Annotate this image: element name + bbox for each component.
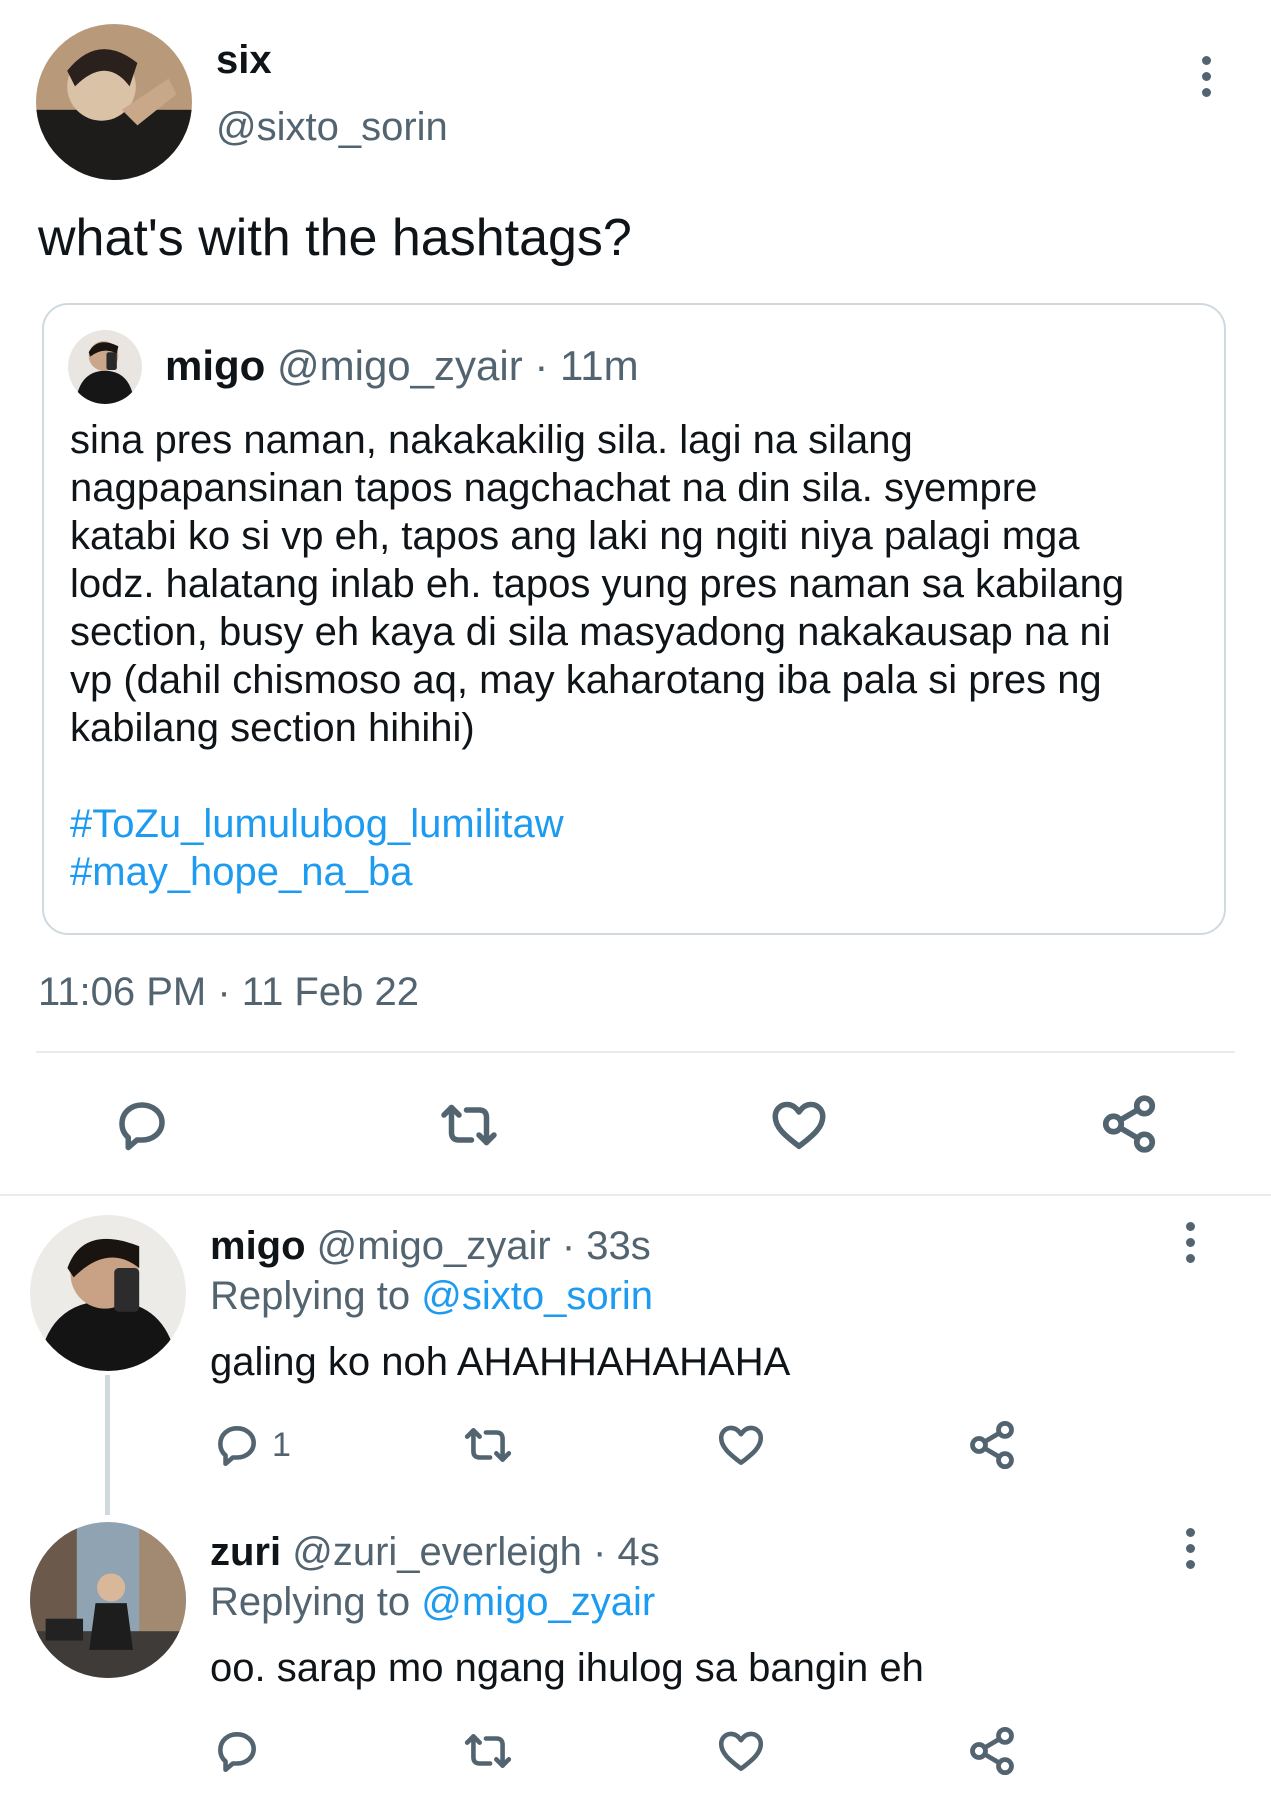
quoted-author-handle[interactable]: @migo_zyair (277, 342, 523, 389)
reply-author-handle[interactable]: @zuri_everleigh (292, 1530, 582, 1574)
hashtag-list: #ToZu_lumulubog_lumilitaw #may_hope_na_b… (70, 800, 564, 896)
reply-time: · 33s (561, 1224, 651, 1268)
hashtag-link[interactable]: #may_hope_na_ba (70, 848, 564, 896)
like-icon[interactable] (768, 1095, 830, 1155)
more-options-icon[interactable] (1170, 1518, 1210, 1578)
divider (36, 1051, 1235, 1053)
reply-header: zuri @zuri_everleigh · 4s (210, 1530, 660, 1575)
like-icon[interactable] (716, 1420, 766, 1470)
reply-text: oo. sarap mo ngang ihulog sa bangin eh (210, 1646, 924, 1690)
main-avatar[interactable] (36, 24, 192, 180)
replying-to-link[interactable]: @migo_zyair (421, 1580, 655, 1624)
replying-to: Replying to @sixto_sorin (210, 1274, 653, 1319)
hashtag-link[interactable]: #ToZu_lumulubog_lumilitaw (70, 800, 564, 848)
reply-avatar[interactable] (30, 1215, 186, 1371)
reply-count: 1 (272, 1426, 291, 1464)
reply-author-handle[interactable]: @migo_zyair (317, 1224, 551, 1268)
reply-time: · 4s (593, 1530, 660, 1574)
like-icon[interactable] (716, 1726, 766, 1776)
quoted-avatar[interactable] (68, 330, 142, 404)
thread-connector (105, 1375, 110, 1515)
replying-label: Replying to (210, 1274, 411, 1318)
reply-avatar-image (30, 1522, 186, 1678)
quoted-author-name[interactable]: migo (165, 342, 265, 389)
reply-author-name[interactable]: migo (210, 1224, 306, 1268)
quoted-text-line: nagpapansinan tapos nagchachat na din si… (70, 466, 1038, 510)
quoted-text-line: katabi ko si vp eh, tapos ang laki ng ng… (70, 514, 1080, 558)
replying-label: Replying to (210, 1580, 411, 1624)
quoted-text-line: vp (dahil chismoso aq, may kaharotang ib… (70, 658, 1102, 702)
quoted-tweet-time: · 11m (534, 342, 639, 389)
author-name[interactable]: six (216, 38, 272, 83)
quoted-text-line: lodz. halatang inlab eh. tapos yung pres… (70, 562, 1125, 606)
quoted-text-line: section, busy eh kaya di sila masyadong … (70, 610, 1111, 654)
share-icon[interactable] (1098, 1092, 1160, 1156)
quoted-tweet-header: migo @migo_zyair · 11m (165, 342, 639, 390)
quoted-text-line: sina pres naman, nakakakilig sila. lagi … (70, 418, 913, 462)
share-icon[interactable] (966, 1724, 1018, 1778)
reply-icon[interactable] (212, 1420, 262, 1470)
share-icon[interactable] (966, 1418, 1018, 1472)
tweet-text: what's with the hashtags? (38, 209, 632, 267)
reply-avatar[interactable] (30, 1522, 186, 1678)
tweet-timestamp: 11:06 PM · 11 Feb 22 (38, 970, 419, 1014)
more-options-icon[interactable] (1170, 1212, 1210, 1272)
retweet-icon[interactable] (460, 1726, 516, 1776)
divider (0, 1194, 1271, 1196)
user-avatar-image (36, 24, 192, 180)
reply-text: galing ko noh AHAHHAHAHAHA (210, 1340, 791, 1384)
retweet-icon[interactable] (436, 1095, 502, 1155)
more-options-icon[interactable] (1186, 46, 1226, 106)
quoted-avatar-image (68, 330, 142, 404)
replying-to: Replying to @migo_zyair (210, 1580, 655, 1625)
quoted-tweet-text: sina pres naman, nakakakilig sila. lagi … (70, 416, 1210, 752)
replying-to-link[interactable]: @sixto_sorin (421, 1274, 653, 1318)
reply-header: migo @migo_zyair · 33s (210, 1224, 651, 1269)
quoted-text-line: kabilang section hihihi) (70, 706, 475, 750)
reply-icon[interactable] (112, 1095, 172, 1155)
retweet-icon[interactable] (460, 1420, 516, 1470)
reply-avatar-image (30, 1215, 186, 1371)
author-handle[interactable]: @sixto_sorin (216, 105, 448, 150)
reply-icon[interactable] (212, 1726, 262, 1776)
reply-author-name[interactable]: zuri (210, 1530, 281, 1574)
